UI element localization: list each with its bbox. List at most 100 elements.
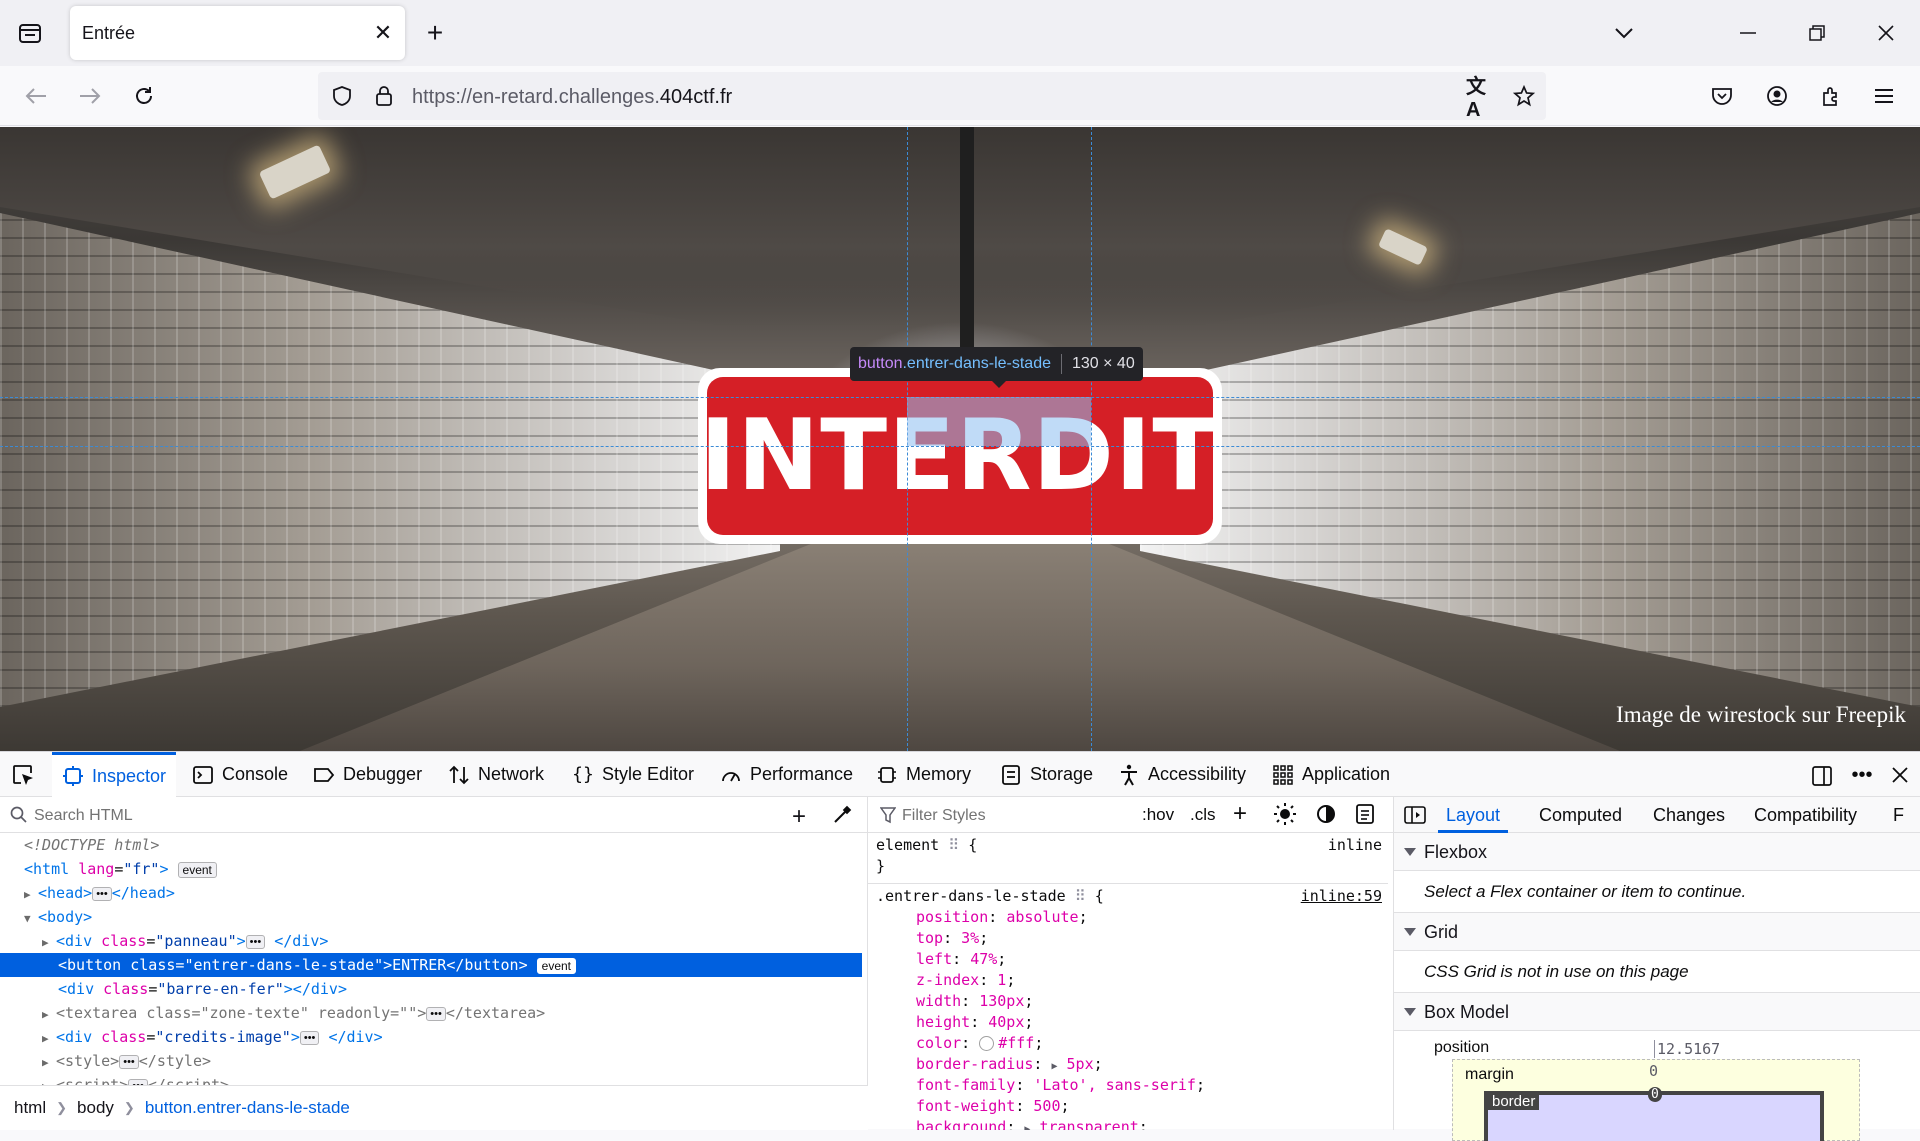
extensions-button[interactable]: [1813, 78, 1849, 114]
back-button[interactable]: [18, 78, 54, 114]
box-model-section-header[interactable]: Box Model: [1394, 993, 1920, 1031]
tree-row-script[interactable]: ▶<script>•••</script>: [0, 1073, 862, 1085]
css-declaration[interactable]: color: #fff;: [868, 1033, 1388, 1054]
pocket-button[interactable]: [1704, 78, 1740, 114]
expand-arrow-icon[interactable]: ▶: [42, 1027, 56, 1051]
tree-row-doctype[interactable]: <!DOCTYPE html>: [0, 833, 862, 857]
flexbox-section-header[interactable]: Flexbox: [1394, 833, 1920, 871]
close-devtools-icon[interactable]: [1886, 762, 1914, 788]
restore-button[interactable]: [1797, 14, 1837, 52]
collapsed-ellipsis[interactable]: •••: [245, 934, 266, 949]
forward-button[interactable]: [72, 78, 108, 114]
breadcrumb-item-active[interactable]: button.entrer-dans-le-stade: [145, 1098, 350, 1118]
tab-list-button[interactable]: [12, 16, 48, 50]
collapsed-ellipsis[interactable]: •••: [119, 1054, 139, 1069]
rule-source-link[interactable]: inline:59: [1301, 886, 1382, 907]
account-button[interactable]: [1759, 78, 1795, 114]
tab-debugger[interactable]: Debugger: [313, 752, 422, 797]
expand-arrow-icon[interactable]: ▶: [42, 1075, 56, 1085]
breadcrumb-item[interactable]: html: [14, 1098, 46, 1118]
expand-arrow-icon[interactable]: ▶: [42, 931, 56, 955]
tree-row-barre[interactable]: <div class="barre-en-fer"></div>: [0, 977, 862, 1001]
tab-inspector[interactable]: Inspector: [52, 752, 177, 797]
more-options-icon[interactable]: •••: [1848, 762, 1876, 788]
css-declaration[interactable]: font-weight: 500;: [868, 1096, 1388, 1117]
expand-arrow-icon[interactable]: ▶: [24, 883, 38, 907]
reload-button[interactable]: [126, 78, 162, 114]
margin-value[interactable]: 0: [1649, 1062, 1658, 1080]
css-declaration[interactable]: background: ▶ transparent;: [868, 1117, 1388, 1130]
tree-row-body[interactable]: ▼ <body>: [0, 905, 862, 929]
new-tab-button[interactable]: +: [418, 16, 452, 50]
tab-overflow[interactable]: F ▼: [1893, 797, 1920, 860]
class-rule-header[interactable]: .entrer-dans-le-stade ⠿ {inline:59: [868, 886, 1388, 907]
expand-arrow-icon[interactable]: ▶: [42, 1051, 56, 1075]
color-swatch[interactable]: [979, 1036, 995, 1051]
bookmark-star-icon[interactable]: [1510, 82, 1538, 110]
add-rule-icon[interactable]: +: [1233, 800, 1247, 828]
tab-network[interactable]: Network: [448, 752, 544, 797]
tab-storage[interactable]: Storage: [1000, 752, 1093, 797]
tab-performance[interactable]: Performance: [720, 752, 853, 797]
collapse-arrow-icon[interactable]: ▼: [24, 907, 38, 931]
url-text[interactable]: https://en-retard.challenges.404ctf.fr: [412, 86, 732, 109]
element-picker-button[interactable]: [10, 762, 36, 788]
event-badge[interactable]: event: [536, 957, 577, 974]
tree-row-html[interactable]: <html lang="fr"> event: [0, 857, 862, 881]
css-declaration[interactable]: font-family: 'Lato', sans-serif;: [868, 1075, 1388, 1096]
css-declaration[interactable]: left: 47%;: [868, 949, 1388, 970]
tree-row-textarea[interactable]: ▶ <textarea class="zone-texte" readonly="…: [0, 1001, 862, 1025]
tab-computed[interactable]: Computed: [1539, 797, 1622, 833]
tree-row-panneau[interactable]: ▶ <div class="panneau"> ••• </div>: [0, 929, 862, 953]
print-media-icon[interactable]: [1356, 804, 1374, 829]
element-rule-header[interactable]: element ⠿ {inline: [868, 835, 1388, 856]
close-tab-icon[interactable]: ✕: [369, 19, 397, 47]
css-declaration[interactable]: z-index: 1;: [868, 970, 1388, 991]
lock-icon[interactable]: [370, 82, 398, 110]
collapsed-ellipsis[interactable]: •••: [426, 1006, 446, 1021]
expand-shorthand-icon[interactable]: ▶: [1024, 1124, 1030, 1130]
menu-button[interactable]: [1866, 78, 1902, 114]
position-value[interactable]: 12.5167: [1654, 1040, 1720, 1058]
toggle-sidebar-icon[interactable]: [1404, 806, 1426, 829]
border-value[interactable]: 0: [1648, 1087, 1662, 1102]
event-badge[interactable]: event: [177, 861, 217, 878]
css-declaration[interactable]: border-radius: ▶ 5px;: [868, 1054, 1388, 1075]
tree-row-credits[interactable]: ▶ <div class="credits-image"> ••• </div>: [0, 1025, 862, 1049]
collapsed-ellipsis[interactable]: •••: [92, 886, 112, 901]
css-declaration[interactable]: top: 3%;: [868, 928, 1388, 949]
tab-compatibility[interactable]: Compatibility: [1754, 797, 1857, 833]
eyedropper-icon[interactable]: [832, 805, 852, 830]
add-node-icon[interactable]: +: [792, 803, 806, 831]
tab-memory[interactable]: Memory: [876, 752, 971, 797]
hover-state-toggle[interactable]: :hov: [1142, 805, 1174, 825]
minimize-button[interactable]: [1728, 14, 1768, 52]
enter-stadium-button-highlight[interactable]: [907, 397, 1091, 446]
tab-overflow-chevron-icon[interactable]: [1604, 14, 1644, 52]
collapsed-ellipsis[interactable]: •••: [299, 1030, 320, 1045]
tab-application[interactable]: Application: [1272, 752, 1390, 797]
tab-layout[interactable]: Layout: [1438, 797, 1509, 833]
tab-accessibility[interactable]: Accessibility: [1118, 752, 1246, 797]
search-html-input[interactable]: Search HTML: [34, 807, 133, 825]
tracking-protection-shield-icon[interactable]: [328, 82, 356, 110]
css-declaration[interactable]: height: 40px;: [868, 1012, 1388, 1033]
tree-row-button-selected[interactable]: <button class="entrer-dans-le-stade">ENT…: [0, 953, 862, 977]
tab-console[interactable]: Console: [192, 752, 288, 797]
browser-tab[interactable]: Entrée ✕: [70, 6, 405, 60]
css-declaration[interactable]: position: absolute;: [868, 907, 1388, 928]
url-bar[interactable]: https://en-retard.challenges.404ctf.fr 文…: [318, 72, 1546, 121]
dark-scheme-icon[interactable]: [1316, 804, 1336, 829]
expand-shorthand-icon[interactable]: ▶: [1051, 1061, 1057, 1072]
close-window-button[interactable]: [1866, 14, 1906, 52]
tab-style-editor[interactable]: {} Style Editor: [572, 752, 694, 797]
expand-arrow-icon[interactable]: ▶: [42, 1003, 56, 1027]
filter-styles-input[interactable]: Filter Styles: [902, 807, 986, 825]
css-declaration[interactable]: width: 130px;: [868, 991, 1388, 1012]
translate-icon[interactable]: 文A: [1466, 76, 1494, 121]
breadcrumb-item[interactable]: body: [77, 1098, 114, 1118]
tree-row-style[interactable]: ▶ <style> ••• </style>: [0, 1049, 862, 1073]
light-scheme-sun-icon[interactable]: [1274, 803, 1296, 830]
tab-changes[interactable]: Changes: [1653, 797, 1725, 833]
tree-row-head[interactable]: ▶ <head> ••• </head>: [0, 881, 862, 905]
